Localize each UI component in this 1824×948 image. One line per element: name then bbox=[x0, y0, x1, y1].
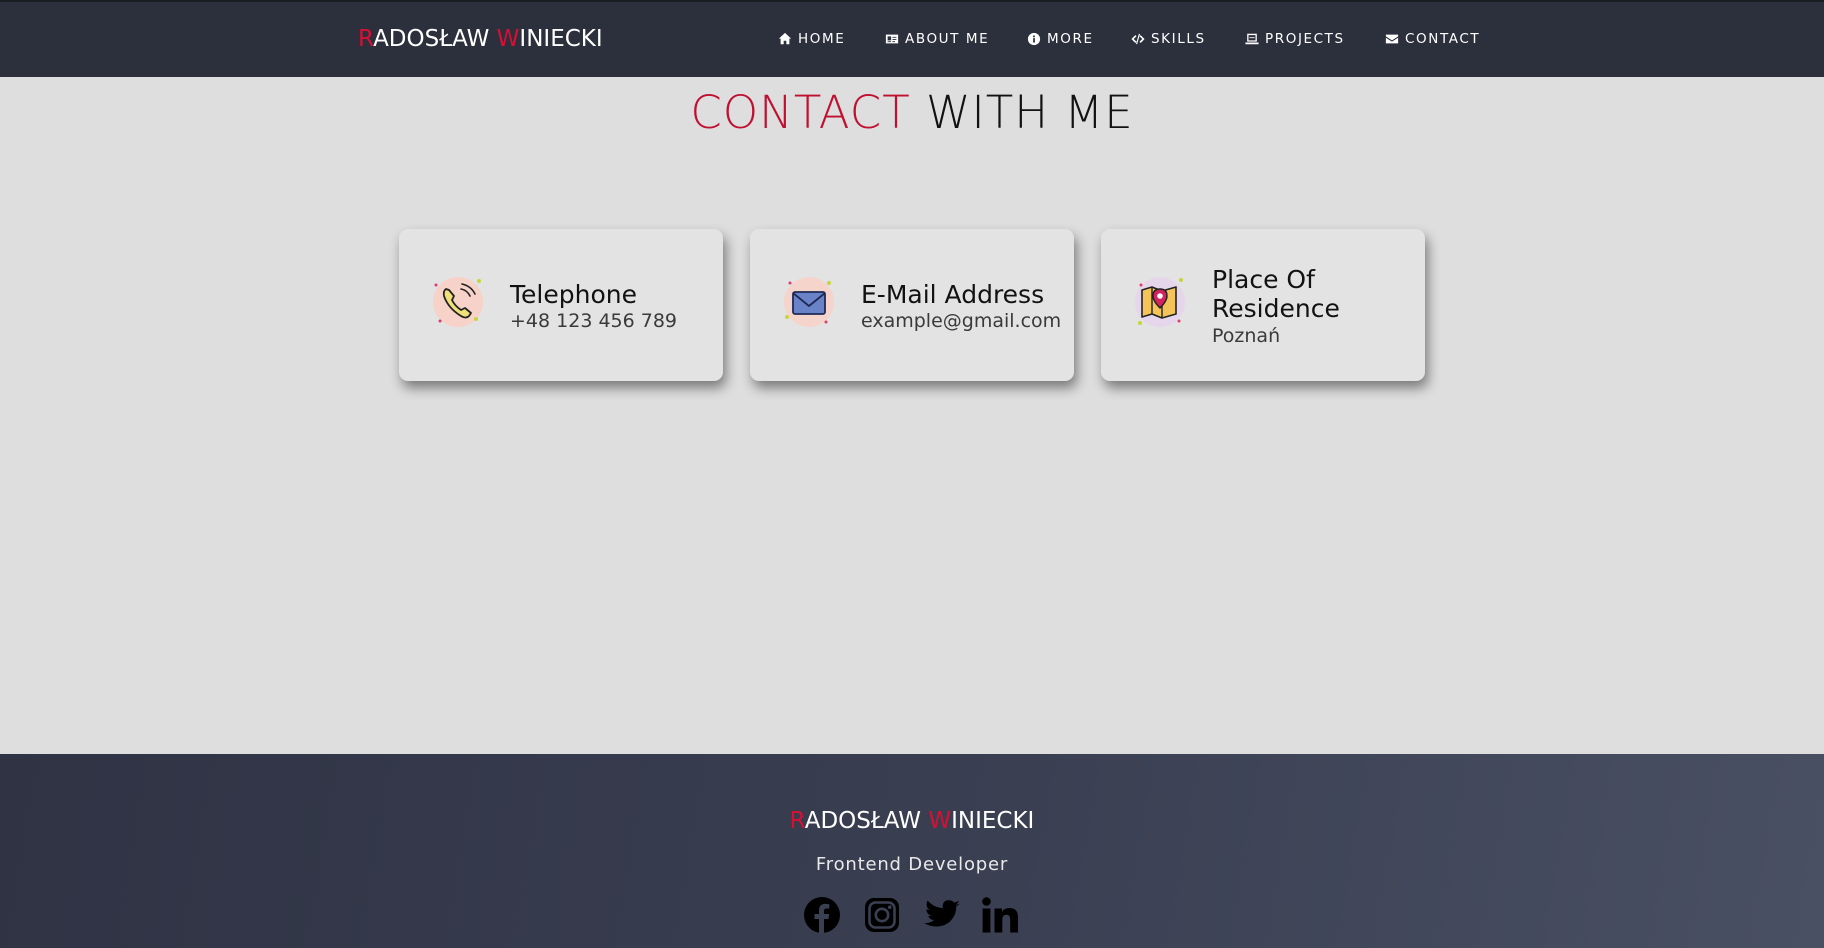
telephone-title: Telephone bbox=[510, 280, 637, 309]
info-icon bbox=[1027, 32, 1041, 46]
footer-brand-initial-w: W bbox=[928, 808, 952, 834]
footer-brand: RADOSŁAW WINIECKI bbox=[0, 808, 1824, 834]
footer-brand-initial-r: R bbox=[789, 808, 805, 834]
instagram-icon bbox=[865, 898, 899, 932]
linkedin-link[interactable] bbox=[980, 895, 1020, 935]
contact-card-telephone[interactable]: Telephone +48 123 456 789 bbox=[399, 229, 723, 381]
id-card-icon bbox=[885, 34, 899, 44]
mail-icon bbox=[784, 277, 834, 327]
residence-title: Place Of Residence bbox=[1212, 265, 1340, 323]
nav-contact[interactable]: CONTACT bbox=[1385, 31, 1480, 47]
laptop-icon bbox=[1245, 33, 1259, 45]
nav-home[interactable]: HOME bbox=[778, 31, 845, 47]
twitter-icon bbox=[924, 900, 960, 927]
twitter-link[interactable] bbox=[922, 895, 962, 935]
code-icon bbox=[1131, 33, 1145, 45]
page-title-rest: WITH ME bbox=[910, 86, 1134, 139]
envelope-icon bbox=[1385, 34, 1399, 44]
nav-home-label: HOME bbox=[798, 31, 846, 47]
footer-brand-last-name: INIECKI bbox=[951, 808, 1035, 834]
brand-initial-r: R bbox=[358, 26, 374, 52]
contact-card-email[interactable]: E-Mail Address example@gmail.com bbox=[750, 229, 1074, 381]
email-title: E-Mail Address bbox=[861, 280, 1045, 309]
brand-logo[interactable]: RADOSŁAW WINIECKI bbox=[358, 26, 603, 52]
nav-projects-label: PROJECTS bbox=[1265, 31, 1345, 47]
facebook-icon bbox=[804, 897, 840, 933]
residence-title-line2: Residence bbox=[1212, 294, 1340, 323]
telephone-value: +48 123 456 789 bbox=[510, 310, 678, 332]
brand-first-name: ADOSŁAW bbox=[373, 26, 497, 52]
nav-more[interactable]: MORE bbox=[1027, 31, 1094, 47]
nav-skills[interactable]: SKILLS bbox=[1131, 31, 1206, 47]
top-navbar: RADOSŁAW WINIECKI HOME ABOUT ME MORE SKI… bbox=[0, 0, 1824, 77]
footer-subtitle: Frontend Developer bbox=[815, 854, 1009, 875]
nav-skills-label: SKILLS bbox=[1151, 31, 1206, 47]
contact-card-residence[interactable]: Place Of Residence Poznań bbox=[1101, 229, 1425, 381]
nav-more-label: MORE bbox=[1047, 31, 1094, 47]
nav-projects[interactable]: PROJECTS bbox=[1245, 31, 1345, 47]
nav-about-me-label: ABOUT ME bbox=[905, 31, 990, 47]
map-pin-icon bbox=[1135, 277, 1185, 327]
residence-value: Poznań bbox=[1212, 325, 1281, 347]
nav-about-me[interactable]: ABOUT ME bbox=[885, 31, 989, 47]
facebook-link[interactable] bbox=[802, 895, 842, 935]
footer: RADOSŁAW WINIECKI Frontend Developer bbox=[0, 754, 1824, 948]
nav-contact-label: CONTACT bbox=[1405, 31, 1481, 47]
page-title: CONTACT WITH ME bbox=[0, 86, 1824, 139]
page-title-accent: CONTACT bbox=[690, 86, 911, 139]
phone-icon bbox=[433, 277, 483, 327]
brand-initial-w: W bbox=[496, 26, 520, 52]
residence-title-line1: Place Of bbox=[1212, 265, 1315, 294]
brand-last-name: INIECKI bbox=[519, 26, 603, 52]
home-icon bbox=[778, 32, 792, 45]
linkedin-icon bbox=[982, 897, 1018, 933]
email-value: example@gmail.com bbox=[861, 310, 1062, 332]
instagram-link[interactable] bbox=[862, 895, 902, 935]
footer-brand-first-name: ADOSŁAW bbox=[804, 808, 929, 834]
